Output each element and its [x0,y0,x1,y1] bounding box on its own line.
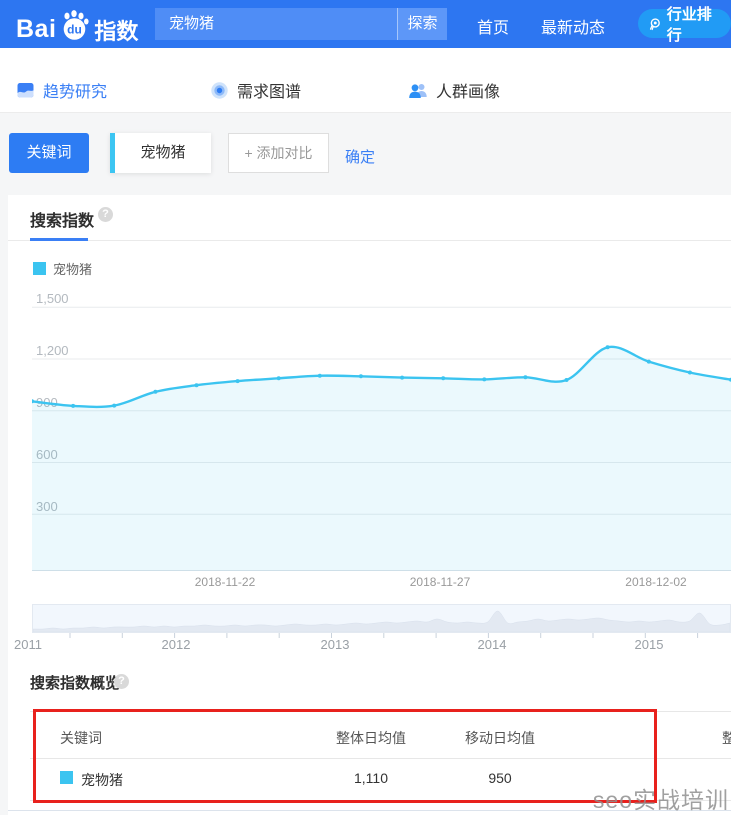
year-tick: 2015 [634,637,664,652]
section-title-overview: 搜索指数概览 [30,675,121,692]
table-row-divider [30,758,731,759]
audience-icon [409,83,427,98]
year-tick: 2013 [320,637,350,652]
tab-audience-profile-label: 人群画像 [436,84,501,101]
red-annotation-rectangle [33,709,657,803]
tab-trend-research[interactable]: 趋势研究 [16,78,107,102]
cell-mobile-daily-avg: 950 [488,770,512,786]
search-input[interactable]: 宠物猪 [155,8,397,40]
x-axis-tick: 2018-12-02 [625,575,687,589]
year-tick: 2012 [161,637,191,652]
logo-text-bai: Bai [16,14,57,43]
help-icon[interactable]: ? [114,674,129,689]
industry-rank-label: 行业排行 [666,5,712,44]
keyword-swatch [60,771,73,784]
top-header: Bai du 指数 宠物猪 探索 首页 最新动态 行业排行 [0,0,731,48]
active-tab-underline [30,238,88,241]
search-index-line-chart[interactable] [32,290,731,571]
cell-overall-daily-avg: 1,110 [354,770,388,786]
chart-legend: 宠物猪 [33,259,92,278]
demand-map-icon [211,81,228,99]
medal-icon [649,17,660,30]
col-header-clipped: 整 [722,730,731,746]
navigator-axis-ticks [69,633,699,638]
legend-swatch [33,262,46,275]
add-compare-button[interactable]: + 添加对比 [228,133,329,173]
tab-demand-map[interactable]: 需求图谱 [210,78,301,102]
nav-home[interactable]: 首页 [477,14,509,38]
divider [8,240,731,241]
watermark: seo实战培训 [592,787,729,813]
table-top-border [30,711,731,712]
baidu-paw-icon: du [64,10,90,40]
col-header-overall-daily-avg: 整体日均值 [336,730,406,746]
tab-trend-research-label: 趋势研究 [43,84,108,101]
industry-rank-button[interactable]: 行业排行 [638,6,731,44]
col-header-keyword: 关键词 [60,730,102,746]
year-tick: 2011 [14,637,42,652]
col-header-mobile-daily-avg: 移动日均值 [465,730,535,746]
cell-keyword: 宠物猪 [81,772,123,788]
keyword-chip[interactable]: 宠物猪 [110,133,211,173]
trend-chart-icon [17,82,34,97]
x-axis-tick: 2018-11-22 [194,575,256,589]
baidu-index-page: Bai du 指数 宠物猪 探索 首页 最新动态 行业排行 趋势研究 需求图谱 … [0,0,731,815]
year-tick: 2014 [477,637,507,652]
section-title-search-index: 搜索指数 [30,213,95,230]
logo-text-suffix: 指数 [94,19,139,44]
tab-audience-profile[interactable]: 人群画像 [408,78,500,102]
x-axis-tick: 2018-11-27 [409,575,471,589]
search-bar: 宠物猪 探索 [155,8,447,40]
baidu-index-logo[interactable]: Bai du 指数 [16,6,138,46]
nav-latest-news[interactable]: 最新动态 [541,14,605,38]
timeline-navigator[interactable] [32,604,731,633]
tab-demand-map-label: 需求图谱 [237,84,302,101]
svg-text:du: du [68,23,83,37]
search-index-card: 搜索指数 ? 宠物猪 1,500 1,200 900 600 300 2018-… [8,195,731,815]
legend-label: 宠物猪 [53,262,93,277]
keyword-type-button[interactable]: 关键词 [9,133,89,173]
help-icon[interactable]: ? [98,207,113,222]
secondary-nav: 趋势研究 需求图谱 人群画像 [0,48,731,113]
search-button[interactable]: 探索 [397,8,447,40]
confirm-link[interactable]: 确定 [345,146,375,167]
navigator-mini-chart [32,610,731,633]
